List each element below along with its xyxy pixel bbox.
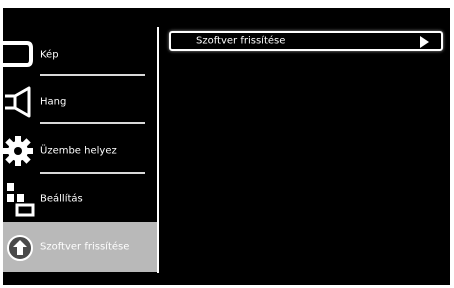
sidebar-item-label: Kép <box>40 49 59 60</box>
picture-icon <box>3 41 33 67</box>
sidebar-separator <box>40 122 145 124</box>
menu-item-label: Szoftver frissítése <box>196 35 286 47</box>
sidebar-item-label: Beállítás <box>40 193 83 204</box>
sidebar-separator <box>40 74 145 76</box>
gear-icon <box>3 136 33 166</box>
sidebar-item-kep[interactable]: Kép <box>3 31 157 78</box>
sidebar-divider <box>157 27 159 273</box>
sidebar-separator <box>40 172 145 174</box>
sidebar-item-label: Szoftver frissítése <box>40 241 130 253</box>
sidebar-item-beallitas[interactable]: Beállítás <box>3 175 157 222</box>
sidebar-item-label: Hang <box>40 96 67 107</box>
settings-grid-icon <box>7 183 35 217</box>
speaker-icon <box>5 86 31 118</box>
sidebar-menu: Kép Hang Üzembe helyez Beállítás Szoftve… <box>3 8 159 285</box>
arrow-right-icon <box>420 36 429 48</box>
tv-menu-screen: Kép Hang Üzembe helyez Beállítás Szoftve… <box>3 8 450 285</box>
software-update-icon <box>7 235 33 261</box>
sidebar-item-label: Üzembe helyez <box>40 145 117 156</box>
software-update-menu-item[interactable]: Szoftver frissítése <box>169 31 443 51</box>
sidebar-item-uzembe-helyez[interactable]: Üzembe helyez <box>3 127 157 174</box>
sidebar-item-szoftver-frissitese[interactable]: Szoftver frissítése <box>3 222 157 272</box>
sidebar-item-hang[interactable]: Hang <box>3 78 157 125</box>
